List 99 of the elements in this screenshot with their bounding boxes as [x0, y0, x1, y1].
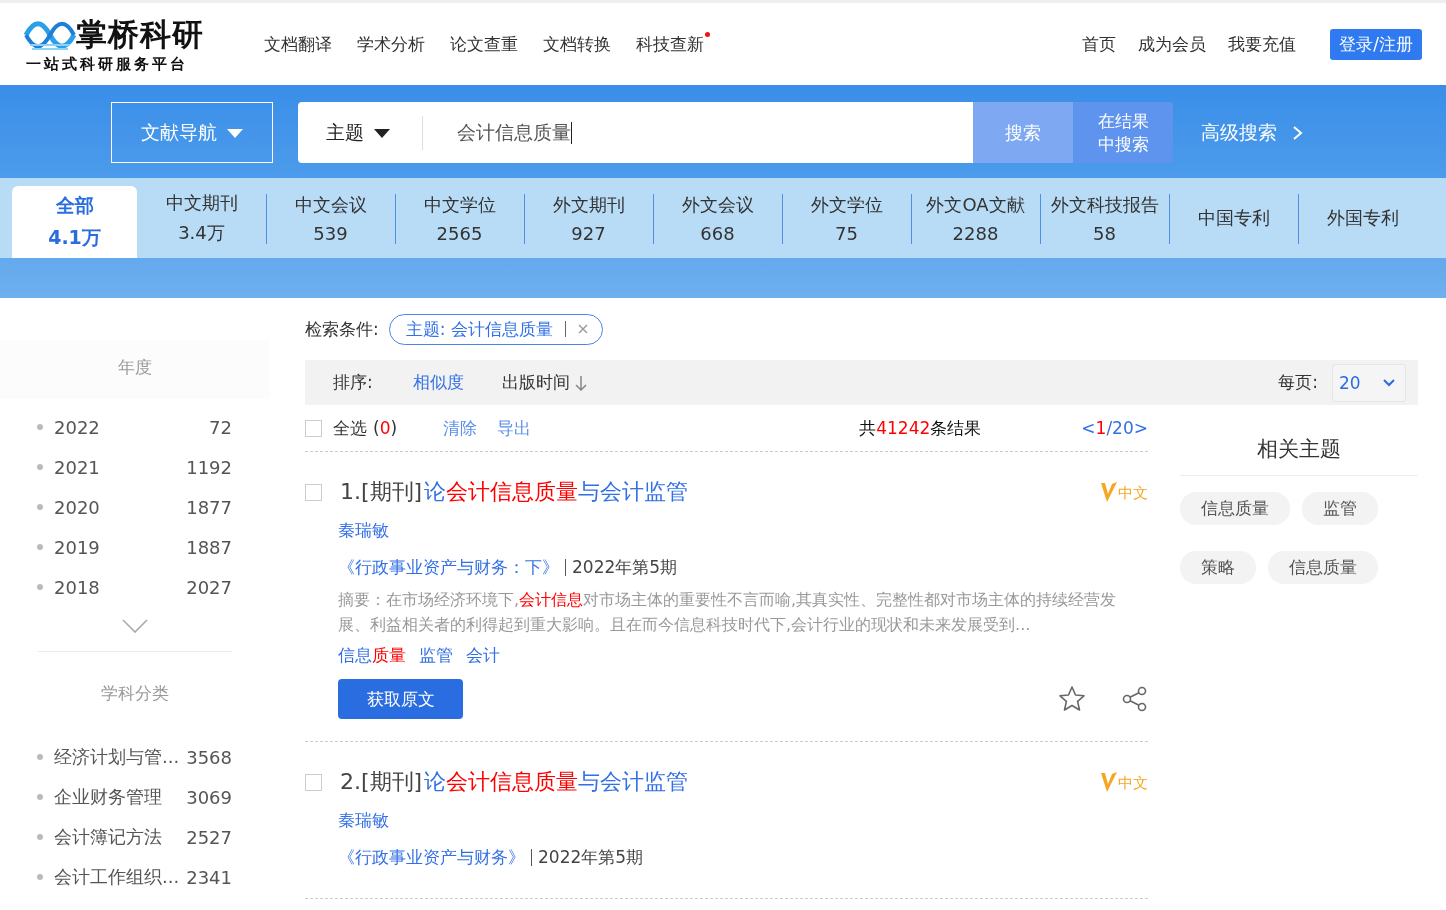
topic-tag[interactable]: 监管 — [1302, 492, 1378, 525]
login-button[interactable]: 登录/注册 — [1330, 28, 1422, 60]
bullet-dot — [37, 504, 43, 510]
facet-link[interactable]: 2022 — [54, 416, 210, 438]
facet-count: 2027 — [186, 576, 232, 598]
bullet-dot — [37, 834, 43, 840]
journal-link[interactable]: 《行政事业资产与财务》 — [338, 846, 525, 869]
get-fulltext-button[interactable]: 获取原文 — [338, 679, 463, 719]
abstract-text: 摘要：在市场经济环境下,会计信息对市场主体的重要性不言而喻,其真实性、完整性都对市场主体的持续经营发展、利益相关者的利得起到重大影响。且在而今信息科技时代下,会计行业的现状和未来发展受到... — [338, 589, 1118, 636]
bullet-dot — [37, 544, 43, 550]
checkbox[interactable] — [305, 773, 322, 791]
bullet-dot — [37, 464, 43, 470]
search-query: 会计信息质量 — [457, 119, 571, 145]
issue-text: 2022年第5期 — [572, 556, 678, 579]
facet-title: 学科分类 — [100, 682, 170, 705]
v-logo-icon — [1100, 481, 1118, 503]
top-link[interactable]: 首页 — [1082, 32, 1117, 56]
facet-count: 3568 — [186, 746, 232, 768]
issue-text: 2022年第5期 — [538, 846, 644, 869]
author-link[interactable]: 秦瑞敏 — [338, 802, 1148, 839]
nav-link[interactable]: 文档翻译 — [264, 32, 332, 56]
category-tab[interactable]: 外文期刊 927 — [524, 178, 653, 258]
sort-label: 排序: — [333, 371, 373, 394]
star-icon — [1058, 685, 1086, 713]
facet-count: 3069 — [186, 786, 232, 808]
field-dropdown[interactable]: 主题 — [326, 119, 364, 146]
close-icon — [577, 324, 588, 334]
category-tab[interactable]: 中文学位 2565 — [395, 178, 524, 258]
bullet-dot — [37, 754, 43, 760]
facet-link[interactable]: 2019 — [54, 536, 187, 558]
facet-count: 1887 — [186, 536, 232, 558]
category-tab[interactable]: 中文会议 539 — [266, 178, 395, 258]
facet-count: 2527 — [186, 826, 232, 848]
nav-link[interactable]: 科技查新 — [636, 32, 710, 56]
facet-count: 1192 — [186, 456, 232, 478]
facet-link[interactable]: 2018 — [54, 576, 187, 598]
caret-icon — [374, 127, 390, 138]
bullet-dot — [37, 874, 43, 880]
result-total: 共41242条结果 — [859, 416, 982, 440]
bullet-dot — [37, 584, 43, 590]
keyword-link[interactable]: 信息质量 — [338, 644, 406, 667]
result-type-label: 2.[期刊] — [340, 768, 423, 796]
chevron-down-icon — [1383, 378, 1395, 387]
facet-link[interactable]: 2021 — [54, 456, 187, 478]
topic-tag[interactable]: 信息质量 — [1180, 492, 1290, 525]
nav-link[interactable]: 文档转换 — [543, 32, 611, 56]
criteria-label: 检索条件: — [305, 317, 379, 341]
checkbox[interactable] — [305, 419, 322, 437]
notification-dot — [705, 31, 710, 37]
language-label: 中文 — [1118, 774, 1148, 793]
sort-option[interactable]: 出版时间 — [501, 371, 587, 394]
category-tab[interactable]: 外文学位 75 — [782, 178, 911, 258]
category-tab[interactable]: 中文期刊 3.4万 — [137, 178, 266, 258]
caret-icon — [227, 127, 243, 138]
result-title-link[interactable]: 论会计信息质量与会计监管 — [424, 477, 689, 507]
bullet-dot — [37, 794, 43, 800]
chevron-down-icon — [122, 619, 148, 633]
chevron-right-icon — [1293, 125, 1303, 140]
language-label: 中文 — [1118, 484, 1148, 503]
category-tab[interactable]: 中国专利 — [1169, 178, 1298, 258]
per-page-label: 每页: — [1278, 371, 1318, 394]
keyword-link[interactable]: 会计 — [466, 644, 500, 667]
per-page-select[interactable]: 20 — [1332, 363, 1406, 402]
pager-link[interactable]: <1/20> — [1081, 418, 1148, 438]
search-field[interactable]: 主题 会计信息质量 — [298, 102, 973, 163]
nav-link[interactable]: 论文查重 — [450, 32, 518, 56]
category-tab[interactable]: 外文科技报告 58 — [1040, 178, 1169, 258]
nav-link[interactable]: 学术分析 — [357, 32, 425, 56]
select-all-label[interactable]: 全选 (0) — [333, 416, 398, 440]
category-tab[interactable]: 外文会议 668 — [653, 178, 782, 258]
keyword-link[interactable]: 监管 — [419, 644, 453, 667]
checkbox[interactable] — [305, 483, 322, 501]
top-link[interactable]: 我要充值 — [1228, 32, 1297, 56]
facet-link[interactable]: 会计工作组织... — [54, 865, 187, 889]
share-icon — [1122, 686, 1148, 712]
result-title-link[interactable]: 论会计信息质量与会计监管 — [424, 767, 689, 797]
author-link[interactable]: 秦瑞敏 — [338, 512, 1148, 549]
result-type-label: 1.[期刊] — [340, 478, 423, 506]
category-tab[interactable]: 外国专利 — [1298, 178, 1427, 258]
topic-tag[interactable]: 策略 — [1180, 551, 1256, 584]
facet-count: 2341 — [186, 866, 232, 888]
category-tab[interactable]: 全部 4.1万 — [12, 186, 137, 258]
arrow-down-icon — [574, 374, 587, 391]
topic-tag[interactable]: 信息质量 — [1268, 551, 1378, 584]
logo-tagline: 一站式科研服务平台 — [26, 54, 189, 74]
related-title: 相关主题 — [1180, 435, 1418, 476]
facet-link[interactable]: 会计簿记方法 — [54, 825, 187, 849]
top-link[interactable]: 成为会员 — [1138, 32, 1207, 56]
bullet-dot — [37, 424, 43, 430]
facet-link[interactable]: 2020 — [54, 496, 187, 518]
category-tab[interactable]: 外文OA文献 2288 — [911, 178, 1040, 258]
v-logo-icon — [1100, 771, 1118, 793]
sort-option[interactable]: 相似度 — [412, 371, 464, 394]
logo-name: 掌桥科研 — [76, 14, 204, 54]
facet-count: 72 — [209, 416, 232, 438]
facet-link[interactable]: 企业财务管理 — [54, 785, 187, 809]
journal-link[interactable]: 《行政事业资产与财务：下》 — [338, 556, 559, 579]
facet-link[interactable]: 经济计划与管... — [54, 745, 187, 769]
facet-count: 1877 — [186, 496, 232, 518]
